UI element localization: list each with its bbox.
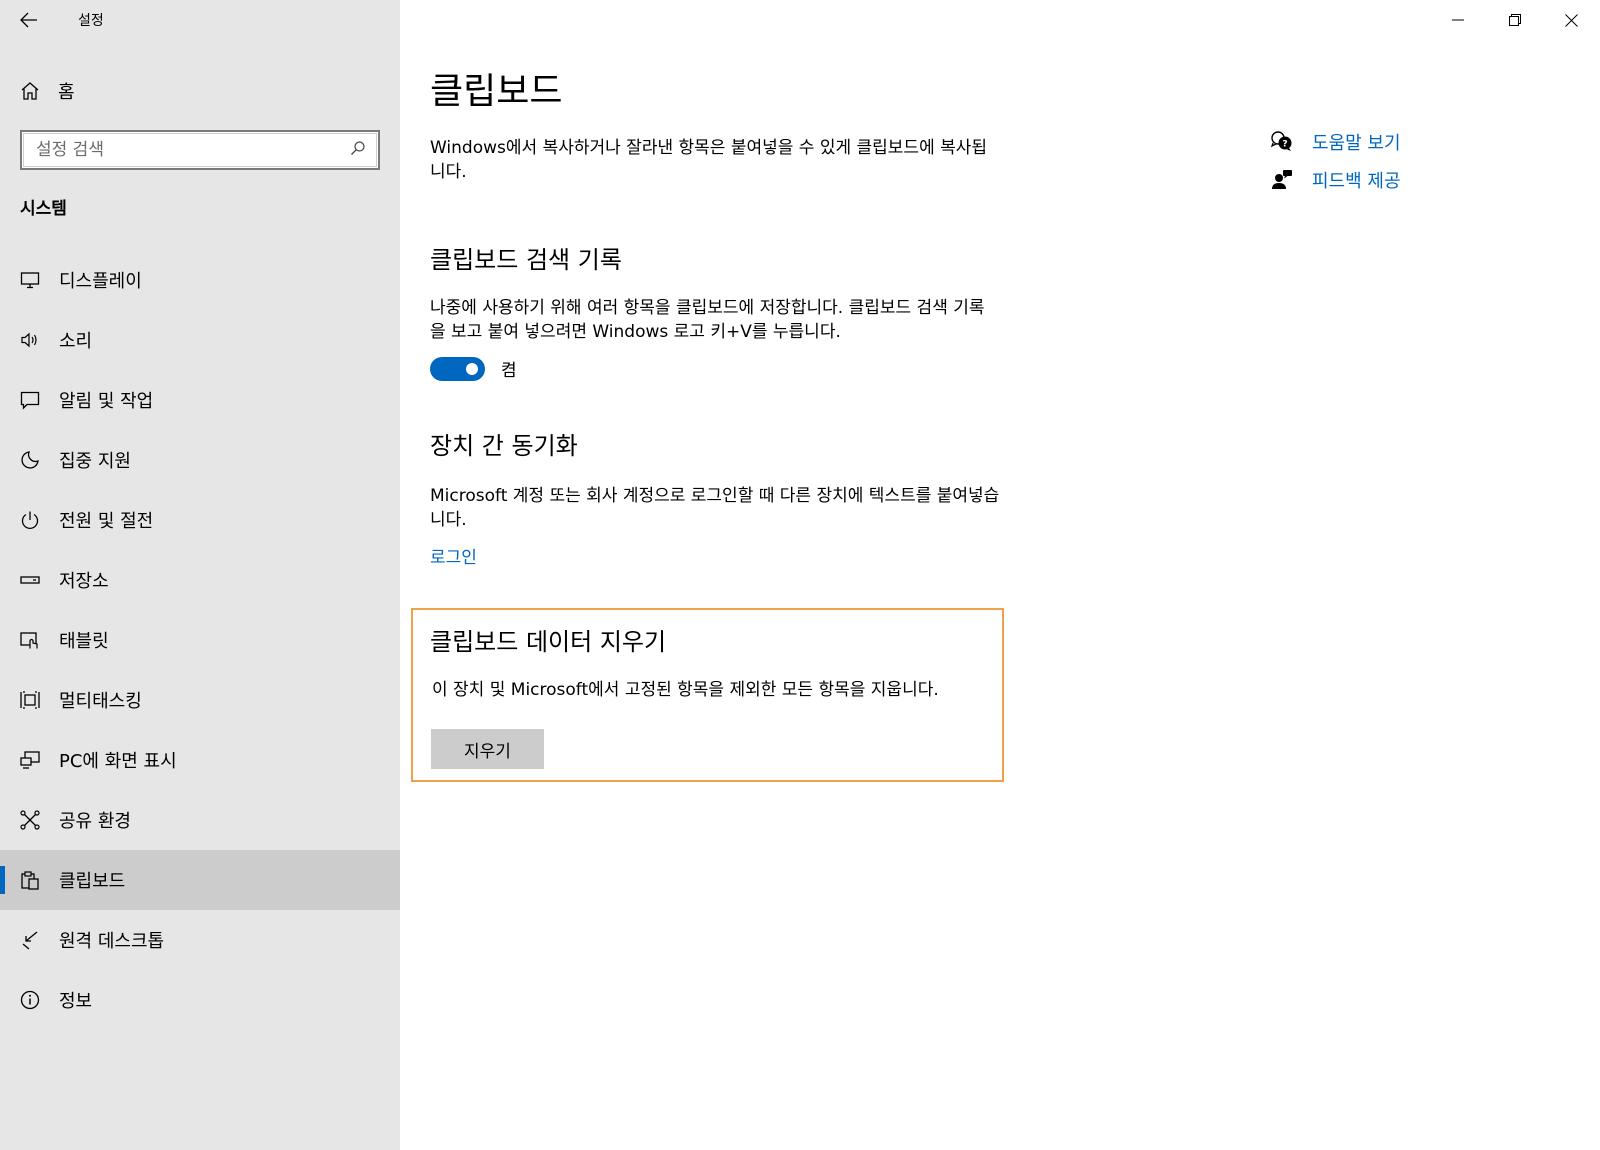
sidebar-item-multitasking[interactable]: 멀티태스킹	[0, 670, 400, 730]
clear-title: 클립보드 데이터 지우기	[430, 628, 667, 656]
home-icon	[20, 81, 40, 101]
feedback-label[interactable]: 피드백 제공	[1312, 167, 1401, 193]
sidebar: 설정 홈 시스템 디스플레이	[0, 0, 400, 1150]
speaker-icon	[20, 330, 40, 350]
multitasking-icon	[20, 690, 40, 710]
history-toggle-row: 켬	[430, 356, 517, 381]
section-title: 시스템	[20, 199, 67, 219]
sidebar-item-project[interactable]: PC에 화면 표시	[0, 730, 400, 790]
clear-button[interactable]: 지우기	[431, 729, 544, 769]
history-description: 나중에 사용하기 위해 여러 항목을 클립보드에 저장합니다. 클립보드 검색 …	[430, 298, 985, 342]
sidebar-item-shared-experiences[interactable]: 공유 환경	[0, 790, 400, 850]
sidebar-item-display[interactable]: 디스플레이	[0, 250, 400, 310]
project-icon	[20, 750, 40, 770]
sidebar-item-home[interactable]: 홈	[0, 66, 400, 116]
sidebar-item-label: 디스플레이	[59, 271, 142, 292]
sign-in-link[interactable]: 로그인	[430, 543, 477, 568]
sidebar-item-label: 클립보드	[59, 871, 126, 892]
sidebar-item-about[interactable]: 정보	[0, 970, 400, 1030]
sidebar-item-label: 멀티태스킹	[59, 691, 142, 712]
page-title: 클립보드	[430, 71, 563, 112]
sync-title: 장치 간 동기화	[430, 432, 578, 460]
home-label: 홈	[58, 82, 75, 103]
app-title: 설정	[78, 13, 104, 29]
sidebar-item-label: 태블릿	[59, 631, 109, 652]
sync-description: Microsoft 계정 또는 회사 계정으로 로그인할 때 다른 장치에 텍스…	[430, 486, 1000, 530]
sidebar-item-label: 알림 및 작업	[59, 391, 154, 412]
sidebar-nav: 디스플레이 소리 알림 및 작업 집중 지원 전원 및 절전 저장소 태블릿 멀…	[0, 250, 400, 1030]
title-bar: 설정	[0, 0, 400, 40]
sidebar-item-remote-desktop[interactable]: 원격 데스크톱	[0, 910, 400, 970]
shared-experiences-icon	[20, 810, 40, 830]
sidebar-item-label: 전원 및 절전	[59, 511, 154, 532]
feedback-link[interactable]: 피드백 제공	[1270, 161, 1401, 199]
settings-search[interactable]	[20, 130, 380, 170]
back-button[interactable]	[0, 0, 58, 40]
sidebar-item-label: PC에 화면 표시	[59, 751, 177, 772]
main-content: 클립보드 Windows에서 복사하거나 잘라낸 항목은 붙여넣을 수 있게 클…	[400, 0, 1600, 1150]
sidebar-item-power[interactable]: 전원 및 절전	[0, 490, 400, 550]
display-icon	[20, 270, 40, 290]
clear-description: 이 장치 및 Microsoft에서 고정된 항목을 제외한 모든 항목을 지웁…	[432, 680, 939, 700]
info-icon	[20, 990, 40, 1010]
sidebar-item-label: 정보	[59, 991, 93, 1012]
toggle-state-label: 켬	[501, 361, 517, 381]
history-title: 클립보드 검색 기록	[430, 246, 622, 274]
sidebar-item-sound[interactable]: 소리	[0, 310, 400, 370]
sidebar-item-label: 저장소	[59, 571, 109, 592]
intro-text: Windows에서 복사하거나 잘라낸 항목은 붙여넣을 수 있게 클립보드에 …	[430, 138, 988, 182]
help-chat-icon: ?	[1270, 130, 1294, 154]
history-toggle[interactable]	[430, 356, 485, 381]
remote-desktop-icon	[20, 930, 40, 950]
sidebar-item-storage[interactable]: 저장소	[0, 550, 400, 610]
sidebar-item-label: 원격 데스크톱	[59, 931, 165, 952]
sidebar-item-label: 집중 지원	[59, 451, 131, 472]
sidebar-item-tablet[interactable]: 태블릿	[0, 610, 400, 670]
sidebar-item-label: 소리	[59, 331, 93, 352]
search-icon[interactable]	[350, 140, 366, 160]
get-help-link[interactable]: ? 도움말 보기	[1270, 123, 1401, 161]
storage-icon	[20, 570, 40, 590]
sidebar-item-label: 공유 환경	[59, 811, 131, 832]
clipboard-icon	[20, 870, 40, 890]
help-links: ? 도움말 보기 피드백 제공	[1270, 123, 1401, 199]
search-input[interactable]	[36, 140, 350, 160]
notification-icon	[20, 390, 40, 410]
sidebar-item-notifications[interactable]: 알림 및 작업	[0, 370, 400, 430]
settings-window: 설정 홈 시스템 디스플레이	[0, 0, 1600, 1150]
clear-data-section: 클립보드 데이터 지우기 이 장치 및 Microsoft에서 고정된 항목을 …	[411, 608, 1004, 782]
moon-icon	[20, 450, 40, 470]
feedback-icon	[1270, 168, 1294, 192]
sidebar-item-clipboard[interactable]: 클립보드	[0, 850, 400, 910]
tablet-icon	[20, 630, 40, 650]
get-help-label[interactable]: 도움말 보기	[1312, 129, 1401, 155]
back-arrow-icon	[20, 12, 37, 28]
svg-text:?: ?	[1282, 140, 1287, 150]
sidebar-item-focus-assist[interactable]: 집중 지원	[0, 430, 400, 490]
power-icon	[20, 510, 40, 530]
